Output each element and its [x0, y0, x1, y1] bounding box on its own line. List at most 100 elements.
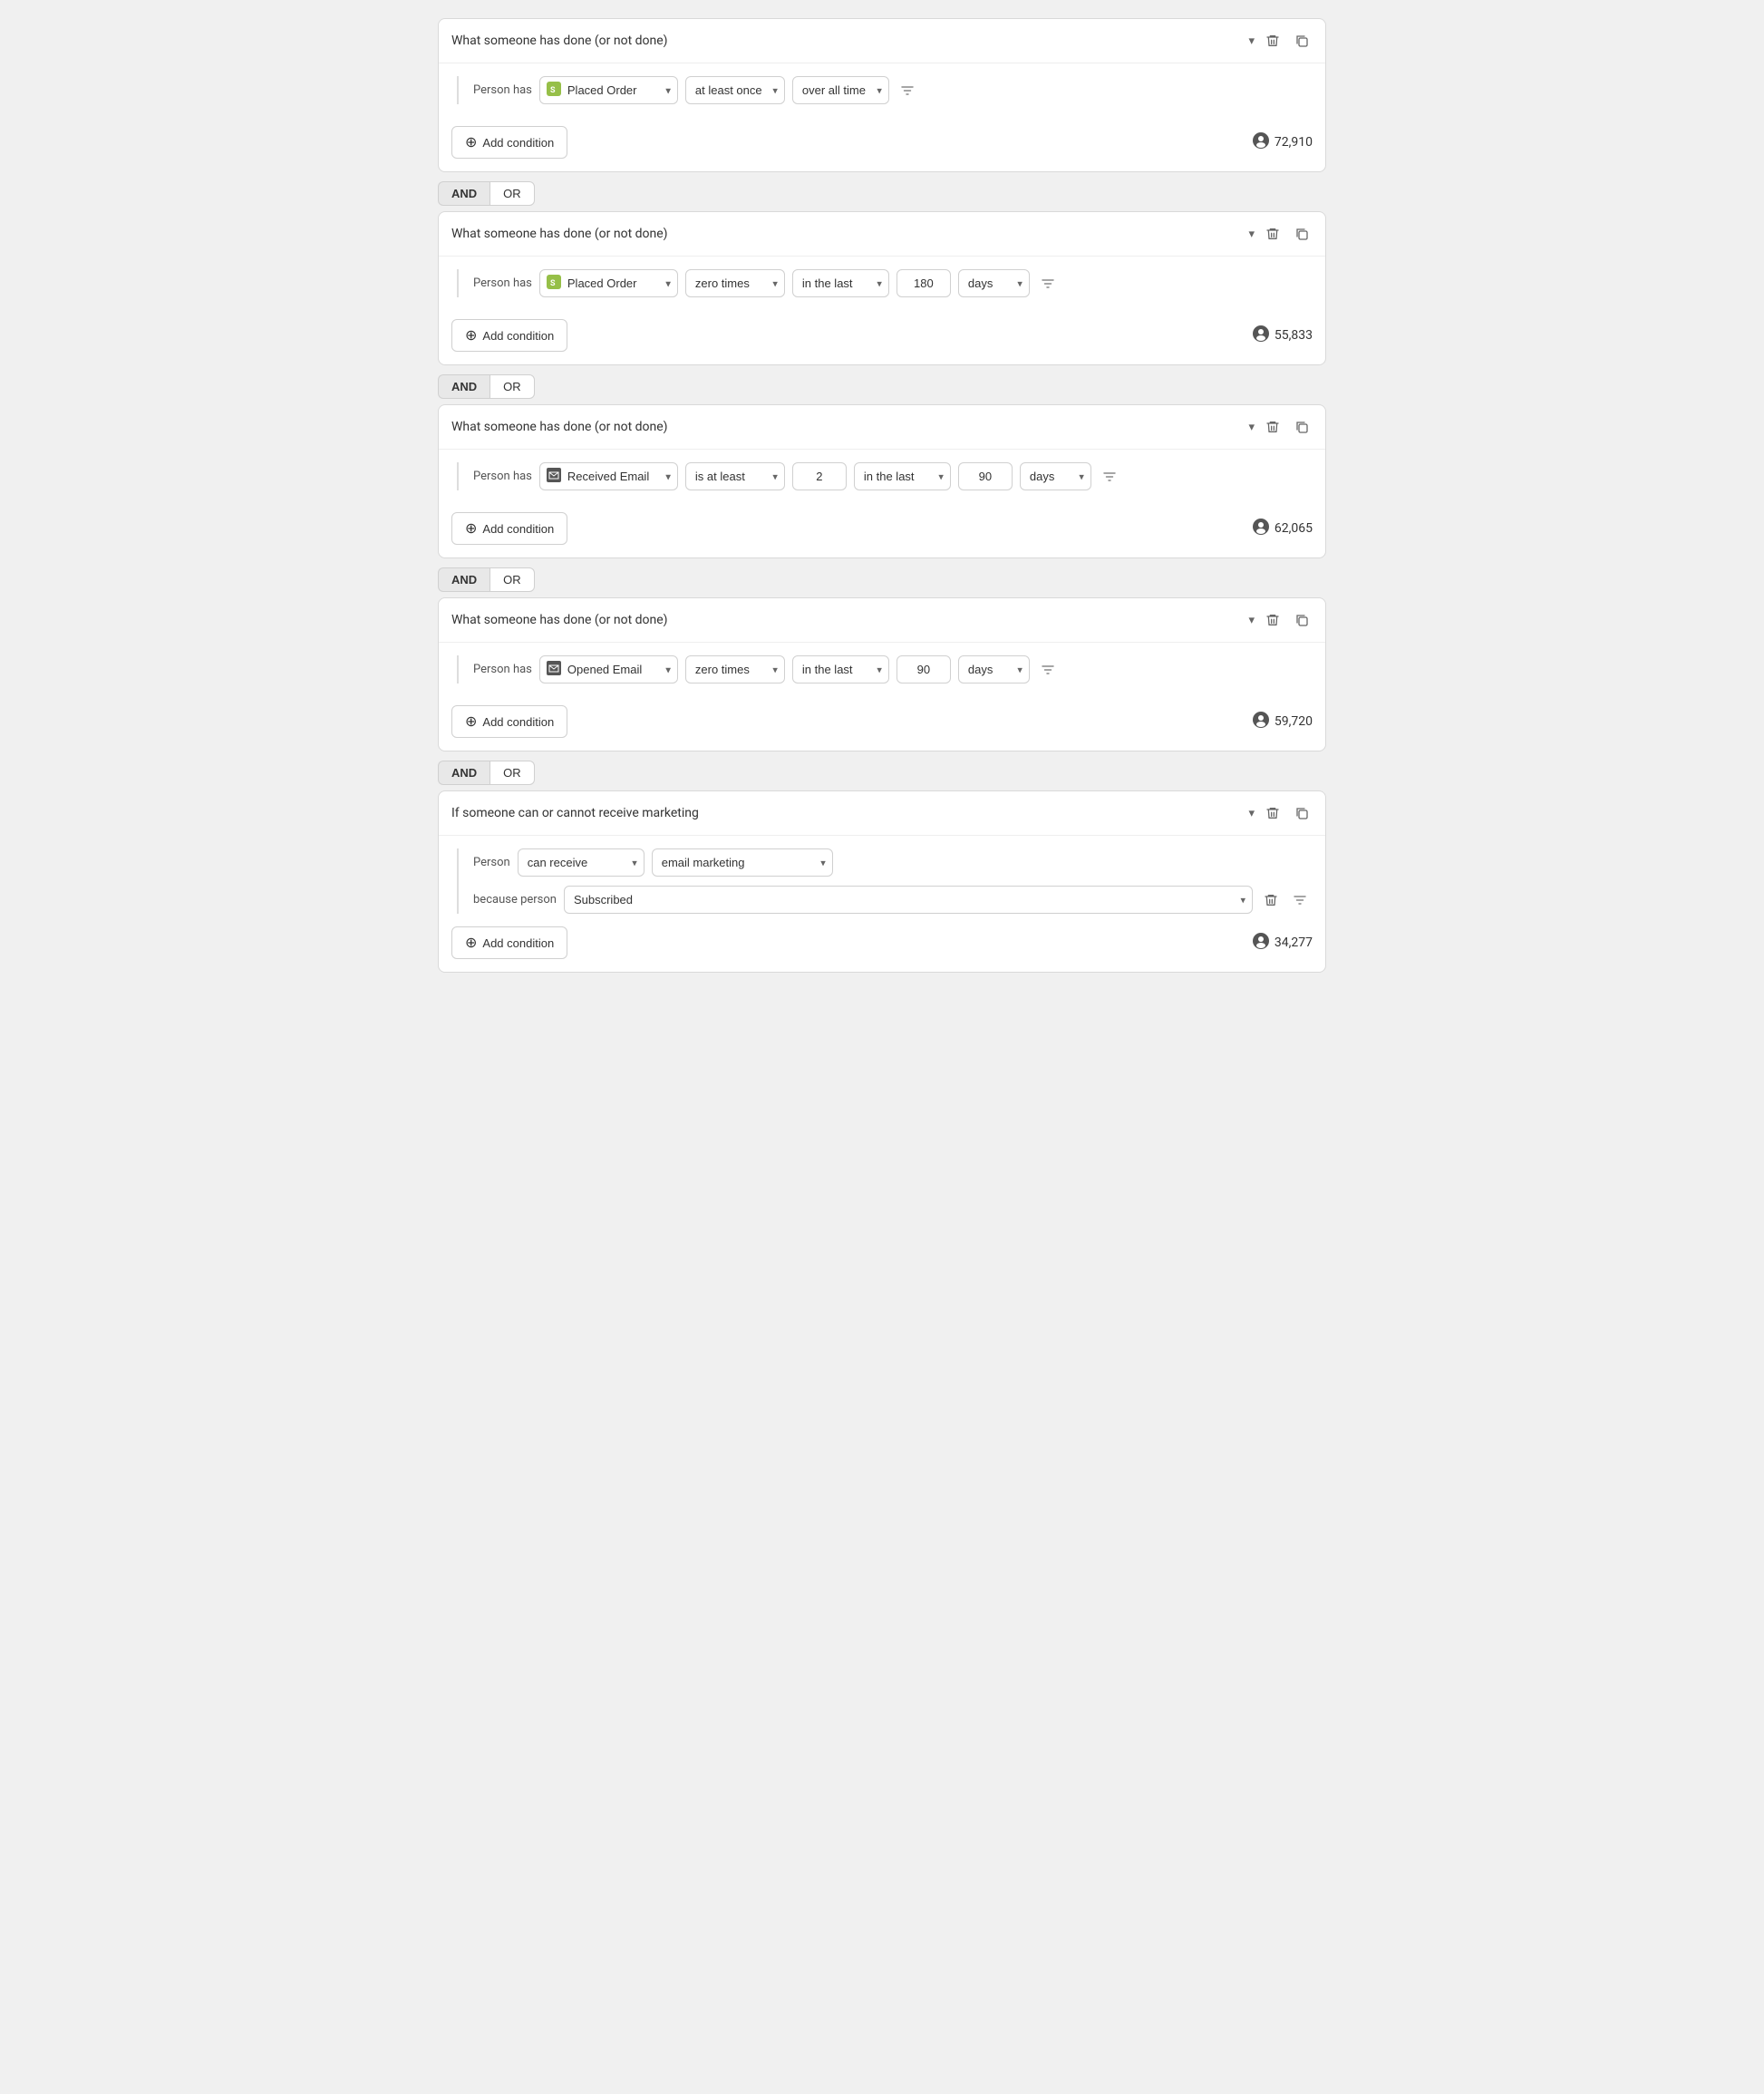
time-select-1[interactable]: over all time in the last — [792, 76, 889, 104]
delete-block1-button[interactable] — [1262, 30, 1284, 52]
logic-row-2: AND OR — [438, 374, 1326, 399]
filter-button-1[interactable] — [897, 80, 918, 102]
and-button-3[interactable]: AND — [438, 567, 489, 592]
number-input-2[interactable] — [897, 269, 951, 297]
condition-body-3: Person has Received Email Placed Order O… — [439, 450, 1325, 503]
days-wrapper-2: days weeks months — [958, 269, 1030, 297]
days-wrapper-4: days weeks months — [958, 655, 1030, 683]
marketing-type-wrapper: email marketing SMS marketing — [652, 848, 833, 877]
copy-block5-button[interactable] — [1291, 802, 1313, 824]
delete-because-button[interactable] — [1260, 889, 1282, 911]
action-select-4[interactable]: Opened Email Placed Order Received Email — [539, 655, 678, 683]
middle-input-3[interactable] — [792, 462, 847, 490]
or-button-3[interactable]: OR — [489, 567, 535, 592]
condition-row-2: Person has S Placed Order Received Email… — [473, 269, 1311, 297]
add-condition-label-2: Add condition — [482, 329, 554, 343]
condition-block-1: What someone has done (or not done) ▾ Pe… — [438, 18, 1326, 172]
filter-button-3[interactable] — [1099, 466, 1120, 488]
days-select-2[interactable]: days weeks months — [958, 269, 1030, 297]
frequency-wrapper-3: is at least zero times at least once — [685, 462, 785, 490]
condition-footer-1: ⊕ Add condition 72,910 — [439, 117, 1325, 171]
copy-block3-button[interactable] — [1291, 416, 1313, 438]
and-button-1[interactable]: AND — [438, 181, 489, 206]
copy-block4-button[interactable] — [1291, 609, 1313, 631]
marketing-person-row: Person can receive cannot receive email … — [473, 848, 1311, 877]
and-button-2[interactable]: AND — [438, 374, 489, 399]
count-display-5: 34,277 — [1253, 933, 1313, 953]
because-select[interactable]: Subscribed Never Subscribed Unsubscribed — [564, 886, 1253, 914]
add-condition-label-5: Add condition — [482, 936, 554, 950]
add-condition-button-3[interactable]: ⊕ Add condition — [451, 512, 567, 545]
time-filter-wrapper-1: over all time in the last — [792, 76, 889, 104]
or-button-4[interactable]: OR — [489, 761, 535, 785]
time-select-4[interactable]: in the last over all time — [792, 655, 889, 683]
action-select-wrapper-1: S Placed Order Received Email Opened Ema… — [539, 76, 678, 104]
block4-header-label: What someone has done (or not done) — [451, 613, 1241, 627]
count-person-icon-5 — [1253, 933, 1269, 953]
action-select-1[interactable]: Placed Order Received Email Opened Email — [539, 76, 678, 104]
frequency-wrapper-1: at least once zero times — [685, 76, 785, 104]
action-select-3[interactable]: Received Email Placed Order Opened Email — [539, 462, 678, 490]
block5-header-label: If someone can or cannot receive marketi… — [451, 806, 1241, 820]
because-select-wrapper: Subscribed Never Subscribed Unsubscribed — [564, 886, 1253, 914]
filter-button-2[interactable] — [1037, 273, 1059, 295]
marketing-type-select[interactable]: email marketing SMS marketing — [652, 848, 833, 877]
add-condition-button-4[interactable]: ⊕ Add condition — [451, 705, 567, 738]
filter-button-4[interactable] — [1037, 659, 1059, 681]
count-person-icon-4 — [1253, 712, 1269, 732]
copy-block2-button[interactable] — [1291, 223, 1313, 245]
or-button-1[interactable]: OR — [489, 181, 535, 206]
and-button-4[interactable]: AND — [438, 761, 489, 785]
time-filter-wrapper-3: in the last over all time — [854, 462, 951, 490]
logic-row-1: AND OR — [438, 181, 1326, 206]
count-display-4: 59,720 — [1253, 712, 1313, 732]
add-condition-label-3: Add condition — [482, 522, 554, 536]
condition-block-3: What someone has done (or not done) ▾ Pe… — [438, 404, 1326, 558]
person-label-2: Person has — [473, 276, 532, 290]
time-select-2[interactable]: in the last over all time — [792, 269, 889, 297]
frequency-select-2[interactable]: zero times at least once — [685, 269, 785, 297]
time-filter-wrapper-2: in the last over all time — [792, 269, 889, 297]
condition-row-3: Person has Received Email Placed Order O… — [473, 462, 1311, 490]
delete-block4-button[interactable] — [1262, 609, 1284, 631]
receive-wrapper: can receive cannot receive — [518, 848, 645, 877]
action-select-2[interactable]: Placed Order Received Email Opened Email — [539, 269, 678, 297]
days-select-4[interactable]: days weeks months — [958, 655, 1030, 683]
add-condition-button-1[interactable]: ⊕ Add condition — [451, 126, 567, 159]
frequency-select-4[interactable]: zero times at least once — [685, 655, 785, 683]
add-condition-label-1: Add condition — [482, 136, 554, 150]
condition-block-2: What someone has done (or not done) ▾ Pe… — [438, 211, 1326, 365]
count-display-3: 62,065 — [1253, 519, 1313, 538]
days-wrapper-3: days weeks months — [1020, 462, 1091, 490]
condition-block-5: If someone can or cannot receive marketi… — [438, 790, 1326, 973]
chevron-down-icon: ▾ — [1248, 34, 1255, 48]
days-select-3[interactable]: days weeks months — [1020, 462, 1091, 490]
add-icon-5: ⊕ — [465, 934, 477, 952]
delete-block3-button[interactable] — [1262, 416, 1284, 438]
condition-header-5: If someone can or cannot receive marketi… — [439, 791, 1325, 836]
person-label-1: Person has — [473, 83, 532, 97]
number-input-3[interactable] — [958, 462, 1013, 490]
or-button-2[interactable]: OR — [489, 374, 535, 399]
frequency-select-3[interactable]: is at least zero times at least once — [685, 462, 785, 490]
filter-button-5[interactable] — [1289, 889, 1311, 911]
number-input-4[interactable] — [897, 655, 951, 683]
receive-select[interactable]: can receive cannot receive — [518, 848, 645, 877]
action-select-wrapper-4: Opened Email Placed Order Received Email… — [539, 655, 678, 683]
delete-block2-button[interactable] — [1262, 223, 1284, 245]
frequency-select-1[interactable]: at least once zero times — [685, 76, 785, 104]
chevron-down-icon-3: ▾ — [1248, 421, 1255, 434]
because-label: because person — [473, 893, 557, 906]
add-icon-2: ⊕ — [465, 326, 477, 344]
copy-block1-button[interactable] — [1291, 30, 1313, 52]
delete-block5-button[interactable] — [1262, 802, 1284, 824]
chevron-down-icon-2: ▾ — [1248, 228, 1255, 241]
count-value-3: 62,065 — [1275, 521, 1313, 536]
add-icon-1: ⊕ — [465, 133, 477, 151]
person-label-3: Person has — [473, 470, 532, 483]
time-select-3[interactable]: in the last over all time — [854, 462, 951, 490]
condition-row-1: Person has S Placed Order Received Email… — [473, 76, 1311, 104]
add-condition-button-2[interactable]: ⊕ Add condition — [451, 319, 567, 352]
block3-header-label: What someone has done (or not done) — [451, 420, 1241, 434]
add-condition-button-5[interactable]: ⊕ Add condition — [451, 926, 567, 959]
